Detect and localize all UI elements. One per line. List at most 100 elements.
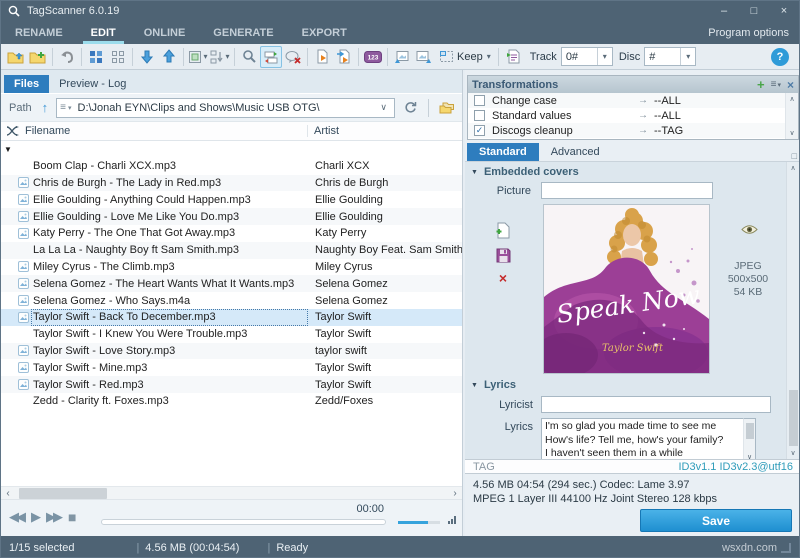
collapse-icon[interactable]: ▼ [471,382,478,389]
close-panel-button[interactable]: × [787,78,794,92]
scroll-down-button[interactable]: ∨ [787,449,799,457]
scroll-left-button[interactable]: ‹ [1,487,15,500]
sort-button[interactable]: ▾ [209,46,231,68]
menu-export[interactable]: EXPORT [288,21,361,44]
volume-slider[interactable] [398,521,440,524]
tab-standard[interactable]: Standard [467,143,539,161]
maximize-button[interactable]: □ [739,1,769,21]
float-panel-icon[interactable]: □ [792,151,797,161]
minimize-button[interactable]: – [709,1,739,21]
scroll-up-button[interactable]: ∧ [787,164,799,172]
table-row[interactable]: ▼ [1,141,462,158]
table-row[interactable]: La La La - Naughty Boy ft Sam Smith.mp3 … [1,241,462,259]
move-down-button[interactable] [136,46,158,68]
refresh-button[interactable] [399,97,421,119]
open-folder-button[interactable] [5,46,27,68]
add-folder-button[interactable] [27,46,49,68]
lyrics-textarea[interactable]: I'm so glad you made time to see me How'… [541,418,743,462]
scrollbar-track[interactable] [15,487,448,499]
scroll-up-button[interactable]: ∧ [789,95,794,103]
embedded-covers-section[interactable]: ▼ Embedded covers [465,164,799,180]
scrollbar-thumb[interactable] [789,390,798,446]
view-picture-button[interactable] [741,224,758,235]
play-file-button[interactable] [311,46,333,68]
menu-generate[interactable]: GENERATE [199,21,287,44]
playback-progress-bar[interactable] [101,519,386,525]
checkbox[interactable] [474,95,485,106]
path-value[interactable]: D:\Jonah EYN\Clips and Shows\Music USB O… [78,102,377,114]
table-row[interactable]: Taylor Swift - Mine.mp3 Taylor Swift [1,359,462,376]
forward-button[interactable]: ▶▶ [46,509,63,525]
table-row[interactable]: Selena Gomez - The Heart Wants What It W… [1,275,462,293]
collapse-icon[interactable]: ▼ [471,169,478,176]
undo-button[interactable] [56,46,78,68]
lyricist-input[interactable] [541,396,771,413]
remove-tags-button[interactable] [282,46,304,68]
transformations-scrollbar[interactable]: ∧ ∨ [785,93,798,139]
table-row[interactable]: Miley Cyrus - The Climb.mp3 Miley Cyrus [1,259,462,276]
menu-edit[interactable]: EDIT [77,21,130,44]
add-transformation-button[interactable]: + [757,77,765,92]
add-picture-button[interactable] [495,222,511,239]
parent-folder-button[interactable]: ↑ [42,100,49,115]
transformation-row[interactable]: ✓ Discogs cleanup → --TAG [468,123,798,138]
tag-editor-button[interactable] [260,45,282,68]
chevron-down-icon[interactable]: ▾ [680,48,695,65]
resize-grip[interactable] [781,542,791,553]
column-header-filename[interactable]: Filename [23,125,308,137]
save-button[interactable]: Save [640,509,792,532]
transformations-menu-button[interactable]: ≡▾ [771,79,781,90]
shuffle-icon[interactable] [1,126,23,136]
insert-tags-button[interactable] [502,46,524,68]
scroll-right-button[interactable]: › [448,487,462,500]
checkbox[interactable] [474,110,485,121]
group-triangle[interactable]: ▼ [1,145,15,154]
stop-button[interactable]: ■ [68,509,76,525]
delete-picture-button[interactable]: × [499,271,507,285]
cover-export-button[interactable] [413,46,435,68]
track-combo[interactable]: 0# ▾ [560,47,613,66]
table-row[interactable]: Zedd - Clarity ft. Foxes.mp3 Zedd/Foxes [1,393,462,410]
scrollbar-thumb[interactable] [746,423,754,439]
save-picture-button[interactable] [496,248,511,263]
move-up-button[interactable] [158,46,180,68]
cover-size-keep-button[interactable]: Keep ▾ [435,46,495,68]
checkbox[interactable]: ✓ [474,125,485,136]
table-row[interactable]: Taylor Swift - Love Story.mp3 taylor swi… [1,342,462,360]
selection-mode-button[interactable]: ▾ [187,46,209,68]
table-row[interactable]: Taylor Swift - Back To December.mp3 Tayl… [1,308,462,326]
column-header-artist[interactable]: Artist [308,125,462,137]
deselect-all-button[interactable] [107,46,129,68]
chevron-down-icon[interactable]: ▾ [596,48,612,65]
path-menu-icon[interactable]: ≡ [60,102,66,113]
path-combo[interactable]: ≡ ▾ D:\Jonah EYN\Clips and Shows\Music U… [56,97,395,118]
horizontal-scrollbar[interactable]: ‹ › [1,486,462,499]
transformation-row[interactable]: Change case → --ALL [468,93,798,108]
play-button[interactable]: ▶ [31,509,41,525]
table-row[interactable]: Boom Clap - Charli XCX.mp3 Charli XCX [1,158,462,175]
help-button[interactable]: ? [771,47,789,66]
browse-folders-button[interactable] [436,97,458,119]
editor-scrollbar[interactable]: ∧ ∨ [786,162,799,459]
program-options-link[interactable]: Program options [698,21,799,44]
select-all-button[interactable] [85,46,107,68]
cover-import-button[interactable] [391,46,413,68]
tab-preview-log[interactable]: Preview - Log [49,75,136,93]
table-row[interactable]: Taylor Swift - I Knew You Were Trouble.m… [1,326,462,343]
copy-tags-button[interactable] [333,46,355,68]
scroll-down-button[interactable]: ∨ [789,129,794,137]
renumber-button[interactable]: 123 [362,46,384,68]
lyrics-scrollbar[interactable]: ∨ [743,418,756,462]
table-row[interactable]: Chris de Burgh - The Lady in Red.mp3 Chr… [1,174,462,192]
album-cover[interactable]: Speak Now Taylor Swift [543,204,710,374]
table-row[interactable]: Ellie Goulding - Anything Could Happen.m… [1,191,462,208]
table-row[interactable]: Ellie Goulding - Love Me Like You Do.mp3… [1,208,462,225]
scrollbar-thumb[interactable] [19,488,107,499]
menu-rename[interactable]: RENAME [1,21,77,44]
lyrics-section[interactable]: ▼ Lyrics [465,377,799,393]
search-button[interactable] [238,46,260,68]
tab-advanced[interactable]: Advanced [539,143,612,161]
transformation-row[interactable]: Standard values → --ALL [468,108,798,123]
path-dropdown-chevron[interactable]: ∨ [376,102,391,113]
table-row[interactable]: Selena Gomez - Who Says.m4a Selena Gomez [1,292,462,309]
